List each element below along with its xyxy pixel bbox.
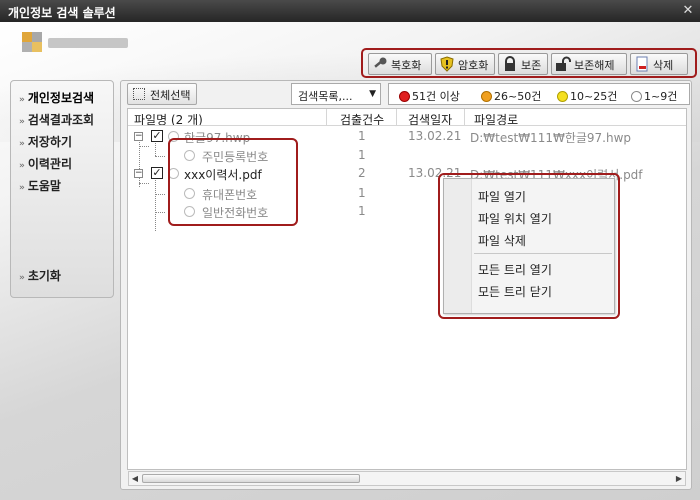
menu-item-delete-file[interactable]: 파일 삭제 [478, 232, 526, 249]
dropdown-arrow-icon: ▼ [369, 89, 376, 99]
chevron-right-icon: » [19, 161, 25, 171]
scrollbar-thumb[interactable] [142, 474, 360, 483]
row-checkbox[interactable]: ✓ [151, 130, 163, 142]
unpreserve-button[interactable]: 보존해제 [551, 53, 627, 75]
select-all-button[interactable]: 전체선택 [127, 83, 198, 105]
context-menu: 파일 열기 파일 위치 열기 파일 삭제 모든 트리 열기 모든 트리 닫기 [443, 178, 615, 314]
chevron-right-icon: » [19, 117, 25, 127]
delete-button[interactable]: 삭제 [630, 53, 688, 75]
detection-count: 1 [358, 186, 366, 200]
sidebar-item-save[interactable]: » 저장하기 [19, 133, 72, 150]
detection-count: 1 [358, 129, 366, 143]
yellow-circle-icon [557, 91, 568, 102]
action-toolbar: 복호화 암호화 보존 보존해제 삭제 [361, 48, 697, 78]
white-circle-icon [631, 91, 642, 102]
horizontal-scrollbar[interactable]: ◀ ▶ [128, 471, 686, 486]
decrypt-button[interactable]: 복호화 [368, 53, 432, 75]
sidebar-item-help[interactable]: » 도움말 [19, 177, 61, 194]
chevron-right-icon: » [19, 95, 25, 105]
legend-item: 1~9건 [631, 88, 677, 104]
lock-icon [505, 56, 515, 71]
search-date: 13.02.21 [408, 129, 462, 143]
detection-count: 1 [358, 148, 366, 162]
sidebar-item-history[interactable]: » 이력관리 [19, 155, 72, 172]
chevron-right-icon: » [19, 183, 25, 193]
search-list-select[interactable]: 검색목록,... ▼ [291, 83, 381, 105]
title-bar: 개인정보 검색 솔루션 ✕ [0, 0, 700, 22]
legend-item: 26~50건 [481, 88, 541, 104]
sidebar: » 개인정보검색 » 검색결과조회 » 저장하기 » 이력관리 » 도움말 » 초기화 [10, 80, 114, 298]
legend-item: 51건 이상 [399, 88, 460, 104]
scroll-left-icon[interactable]: ◀ [129, 473, 141, 484]
menu-item-open-file[interactable]: 파일 열기 [478, 188, 526, 205]
key-icon [374, 57, 387, 68]
menu-item-collapse-all[interactable]: 모든 트리 닫기 [478, 283, 552, 300]
legend-item: 10~25건 [557, 88, 617, 104]
scroll-right-icon[interactable]: ▶ [673, 473, 685, 484]
red-circle-icon [399, 91, 410, 102]
sidebar-item-privacy-search[interactable]: » 개인정보검색 [19, 89, 94, 106]
unlock-icon [556, 56, 571, 71]
collapse-icon[interactable]: − [134, 169, 143, 178]
file-path: D:₩test₩111₩한글97.hwp [470, 131, 632, 145]
chevron-right-icon: » [19, 139, 25, 149]
detection-count: 1 [358, 204, 366, 218]
sidebar-item-reset[interactable]: » 초기화 [19, 267, 61, 284]
preserve-button[interactable]: 보존 [498, 53, 548, 75]
window-title: 개인정보 검색 솔루션 [8, 6, 116, 20]
close-icon[interactable]: ✕ [680, 3, 696, 19]
menu-item-expand-all[interactable]: 모든 트리 열기 [478, 261, 552, 278]
menu-separator [474, 253, 612, 254]
row-checkbox[interactable]: ✓ [151, 167, 163, 179]
sidebar-item-search-results[interactable]: » 검색결과조회 [19, 111, 94, 128]
shield-icon [440, 56, 454, 72]
collapse-icon[interactable]: − [134, 132, 143, 141]
delete-document-icon [636, 56, 648, 72]
encrypt-button[interactable]: 암호화 [435, 53, 495, 75]
menu-item-open-file-location[interactable]: 파일 위치 열기 [478, 210, 552, 227]
count-legend: 51건 이상 26~50건 10~25건 1~9건 [388, 83, 690, 105]
select-all-icon [133, 88, 145, 100]
logo [22, 32, 132, 58]
highlight-box [168, 138, 298, 226]
orange-circle-icon [481, 91, 492, 102]
chevron-right-icon: » [19, 273, 25, 283]
detection-count: 2 [358, 166, 366, 180]
